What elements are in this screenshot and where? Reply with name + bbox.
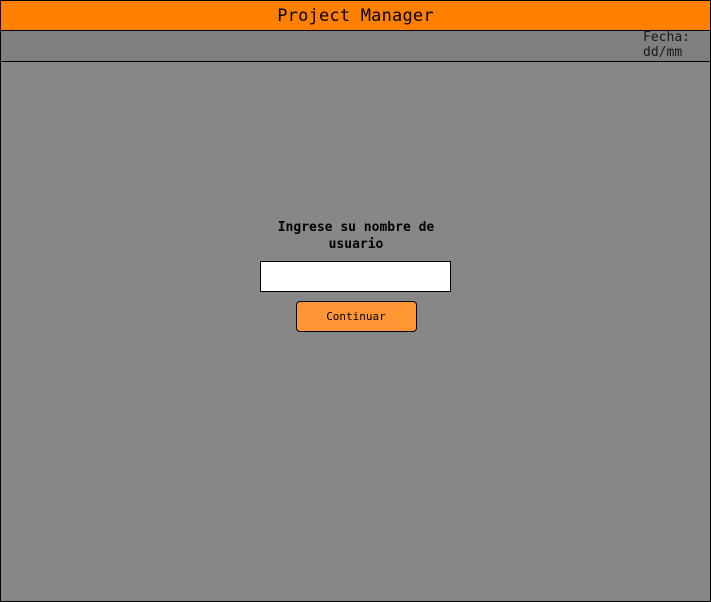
date-display: Fecha: dd/mm — [643, 30, 690, 60]
login-form: Ingrese su nombre de usuario Continuar — [260, 219, 452, 332]
username-input[interactable] — [260, 261, 451, 292]
username-prompt: Ingrese su nombre de usuario — [277, 220, 435, 252]
app-window: Project Manager Fecha: dd/mm Ingrese su … — [0, 0, 711, 602]
date-label: Fecha: — [643, 30, 690, 45]
app-title: Project Manager — [277, 5, 434, 26]
date-value: dd/mm — [643, 45, 683, 60]
info-bar: Fecha: dd/mm — [1, 30, 710, 62]
continue-button[interactable]: Continuar — [295, 301, 417, 332]
title-bar: Project Manager — [1, 1, 710, 31]
